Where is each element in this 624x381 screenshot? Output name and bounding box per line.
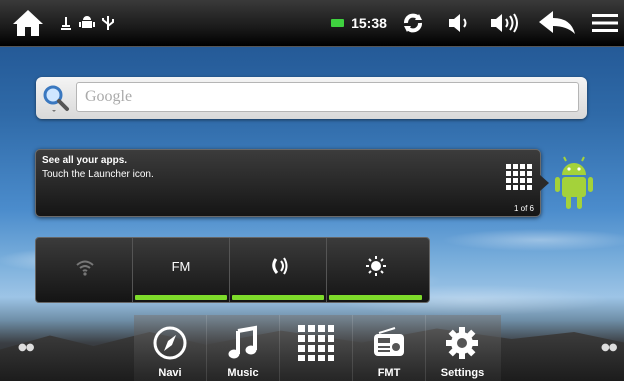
wifi-toggle[interactable] bbox=[36, 238, 133, 302]
brightness-toggle[interactable] bbox=[327, 238, 424, 302]
sync-rotate-icon bbox=[268, 255, 290, 277]
brightness-active-indicator bbox=[329, 295, 422, 300]
battery-icon bbox=[330, 0, 346, 46]
sync-icon[interactable] bbox=[397, 0, 429, 46]
search-icon[interactable] bbox=[41, 83, 71, 113]
usb-debug-icon bbox=[58, 0, 74, 46]
dock-item-navi[interactable]: Navi bbox=[134, 315, 207, 381]
brightness-icon bbox=[365, 255, 387, 277]
dock-item-fmt[interactable]: FMT bbox=[353, 315, 426, 381]
menu-icon[interactable] bbox=[590, 0, 620, 46]
dock-item-launcher[interactable] bbox=[280, 315, 353, 381]
page-dots-left[interactable]: ●● bbox=[18, 342, 34, 353]
dock-label-settings: Settings bbox=[440, 367, 485, 379]
hint-page-indicator: 1 of 6 bbox=[513, 204, 534, 213]
dock-label-fmt: FMT bbox=[377, 367, 401, 379]
dock-bar: Navi Music FMT Settings bbox=[134, 315, 501, 381]
compass-icon bbox=[152, 325, 188, 361]
dock-item-music[interactable]: Music bbox=[207, 315, 280, 381]
hint-pointer bbox=[540, 175, 549, 191]
dock-label-navi: Navi bbox=[158, 367, 182, 379]
sync-toggle[interactable] bbox=[230, 238, 327, 302]
volume-down-icon[interactable] bbox=[443, 0, 475, 46]
dock-label-music: Music bbox=[227, 367, 259, 379]
gear-icon bbox=[444, 325, 480, 361]
dock-item-settings[interactable]: Settings bbox=[426, 315, 499, 381]
launcher-hint-card: See all your apps. Touch the Launcher ic… bbox=[35, 149, 549, 217]
status-time: 15:38 bbox=[351, 15, 387, 31]
hint-title: See all your apps. bbox=[42, 155, 128, 166]
launcher-grid-icon bbox=[506, 164, 532, 190]
app-grid-icon bbox=[298, 325, 334, 361]
fm-active-indicator bbox=[135, 295, 227, 300]
power-control-widget: FM bbox=[35, 237, 430, 303]
sync-active-indicator bbox=[232, 295, 324, 300]
back-icon[interactable] bbox=[535, 0, 579, 46]
android-robot-icon bbox=[554, 155, 594, 211]
android-debug-icon bbox=[76, 0, 98, 46]
search-input[interactable]: Google bbox=[76, 82, 579, 112]
usb-icon bbox=[98, 0, 118, 46]
wifi-icon bbox=[74, 255, 96, 277]
home-icon[interactable] bbox=[8, 0, 48, 46]
search-placeholder: Google bbox=[85, 88, 133, 105]
status-bar: 15:38 bbox=[0, 0, 624, 47]
fm-label: FM bbox=[171, 259, 191, 274]
hint-body: Touch the Launcher icon. bbox=[42, 169, 154, 180]
radio-icon bbox=[371, 325, 407, 361]
volume-up-icon[interactable] bbox=[486, 0, 524, 46]
google-search-widget[interactable]: Google bbox=[36, 77, 587, 119]
music-note-icon bbox=[225, 325, 261, 361]
page-dots-right[interactable]: ●● bbox=[601, 342, 617, 353]
fm-toggle[interactable]: FM bbox=[133, 238, 230, 302]
